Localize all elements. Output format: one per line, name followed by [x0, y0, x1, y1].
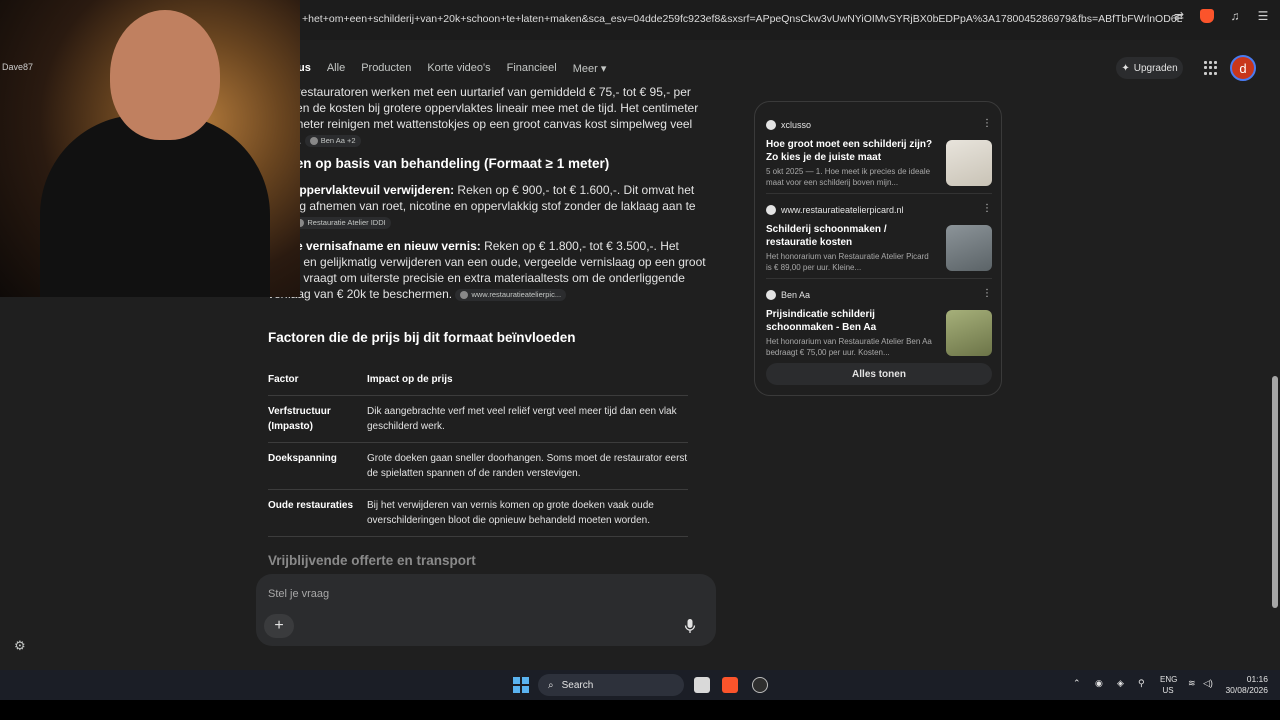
webcam-tag: Dave87: [2, 62, 34, 72]
tab-finance[interactable]: Financieel: [507, 62, 557, 75]
apps-grid-icon[interactable]: [1204, 61, 1218, 75]
table-row: Doekspanning Grote doeken gaan sneller d…: [268, 442, 688, 490]
source-thumbnail: [946, 140, 992, 186]
webcam-overlay: Dave87: [0, 0, 300, 297]
windows-taskbar: ⌕ Search ⌃ ◉ ◈ ⚲ ENG US ≋ ◁) 01:16 30/08/2…: [0, 670, 1280, 700]
webcam-person-head: [110, 10, 220, 140]
table-row: Verfstructuur (Impasto) Dik aangebrachte…: [268, 395, 688, 443]
plus-icon: +: [274, 617, 284, 634]
search-icon: ⌕: [548, 679, 554, 691]
section-heading-prices: prijzen op basis van behandeling (Formaa…: [268, 156, 610, 171]
app-icon[interactable]: [752, 677, 768, 693]
sources-panel: xclusso ⋮ Hoe groot moet een schilderij …: [754, 101, 1002, 396]
sparkle-icon: ✦: [1121, 62, 1130, 74]
source-favicon-icon: [309, 136, 318, 145]
file-explorer-icon[interactable]: [694, 677, 710, 693]
paragraph-surface-dirt: een oppervlaktevuil verwijderen: Reken o…: [268, 183, 696, 229]
page-scrollbar[interactable]: [1270, 40, 1280, 670]
source-thumbnail: [946, 225, 992, 271]
table-header: Factor: [268, 364, 367, 396]
tab-all[interactable]: Alle: [327, 62, 345, 75]
tab-products[interactable]: Producten: [361, 62, 411, 75]
tab-more[interactable]: Meer ▾: [573, 62, 607, 75]
volume-icon[interactable]: ◁): [1203, 678, 1213, 689]
url-text[interactable]: +het+om+een+schilderij+van+20k+schoon+te…: [302, 13, 1182, 25]
tab-short-videos[interactable]: Korte video's: [427, 62, 490, 75]
discord-icon[interactable]: ◉: [1095, 678, 1103, 689]
table-header: Impact op de prijs: [367, 364, 688, 396]
network-app-icon[interactable]: ◈: [1117, 678, 1124, 689]
ask-box: +: [256, 574, 716, 646]
ai-answer: kunstrestauratoren werken met een uurtar…: [268, 84, 708, 537]
more-options-icon[interactable]: ⋮: [982, 203, 992, 214]
divider: [766, 193, 992, 194]
paragraph-hourly-rate: kunstrestauratoren werken met een uurtar…: [268, 85, 699, 147]
source-card[interactable]: www.restauratieatelierpicard.nl ⋮ Schild…: [766, 203, 992, 272]
translate-icon[interactable]: ⇄: [1172, 9, 1186, 23]
source-card[interactable]: xclusso ⋮ Hoe groot moet een schilderij …: [766, 118, 992, 187]
webcam-person-body: [40, 115, 270, 297]
add-attachment-button[interactable]: +: [264, 614, 294, 638]
windows-start-icon[interactable]: [513, 677, 529, 693]
section-heading-factors: Factoren die de prijs bij dit formaat be…: [268, 330, 576, 345]
brave-shields-icon[interactable]: [1200, 9, 1214, 23]
site-favicon-icon: [766, 205, 776, 215]
scrollbar-thumb[interactable]: [1272, 376, 1278, 608]
source-card[interactable]: Ben Aa ⋮ Prijsindicatie schilderij schoo…: [766, 288, 992, 357]
site-favicon-icon: [766, 290, 776, 300]
wifi-icon[interactable]: ≋: [1188, 678, 1196, 689]
more-options-icon[interactable]: ⋮: [982, 118, 992, 129]
ask-input[interactable]: [268, 586, 668, 602]
screen-bottom-edge: [0, 700, 1280, 720]
chevron-up-icon[interactable]: ⌃: [1073, 678, 1081, 689]
taskbar-search[interactable]: ⌕ Search: [538, 674, 684, 696]
media-icon[interactable]: ♫: [1228, 9, 1242, 23]
site-favicon-icon: [766, 120, 776, 130]
source-chip[interactable]: www.restauratieatelierpic...: [455, 288, 567, 301]
divider: [766, 278, 992, 279]
section-heading-quote: Vrijblijvende offerte en transport: [268, 553, 476, 568]
paragraph-varnish-removal: ledige vernisafname en nieuw vernis: Rek…: [268, 239, 706, 301]
system-clock[interactable]: 01:16 30/08/2026: [1222, 674, 1268, 696]
source-chip[interactable]: Restauratie Atelier IDDI: [291, 216, 391, 229]
microphone-icon[interactable]: [684, 618, 698, 634]
account-avatar[interactable]: d: [1230, 55, 1256, 81]
source-chip[interactable]: Ben Aa +2: [304, 134, 361, 147]
brave-browser-icon[interactable]: [722, 677, 738, 693]
language-indicator[interactable]: ENG US: [1160, 674, 1177, 696]
table-row: Oude restauraties Bij het verwijderen va…: [268, 489, 688, 537]
microphone-icon[interactable]: ⚲: [1138, 678, 1145, 689]
upgrade-button[interactable]: ✦ Upgraden: [1116, 57, 1183, 79]
show-all-button[interactable]: Alles tonen: [766, 363, 992, 385]
more-options-icon[interactable]: ⋮: [982, 288, 992, 299]
menu-icon[interactable]: ☰: [1256, 9, 1270, 23]
source-thumbnail: [946, 310, 992, 356]
gear-icon[interactable]: ⚙: [14, 638, 28, 653]
source-favicon-icon: [460, 290, 469, 299]
factors-table: Factor Impact op de prijs Verfstructuur …: [268, 364, 688, 537]
